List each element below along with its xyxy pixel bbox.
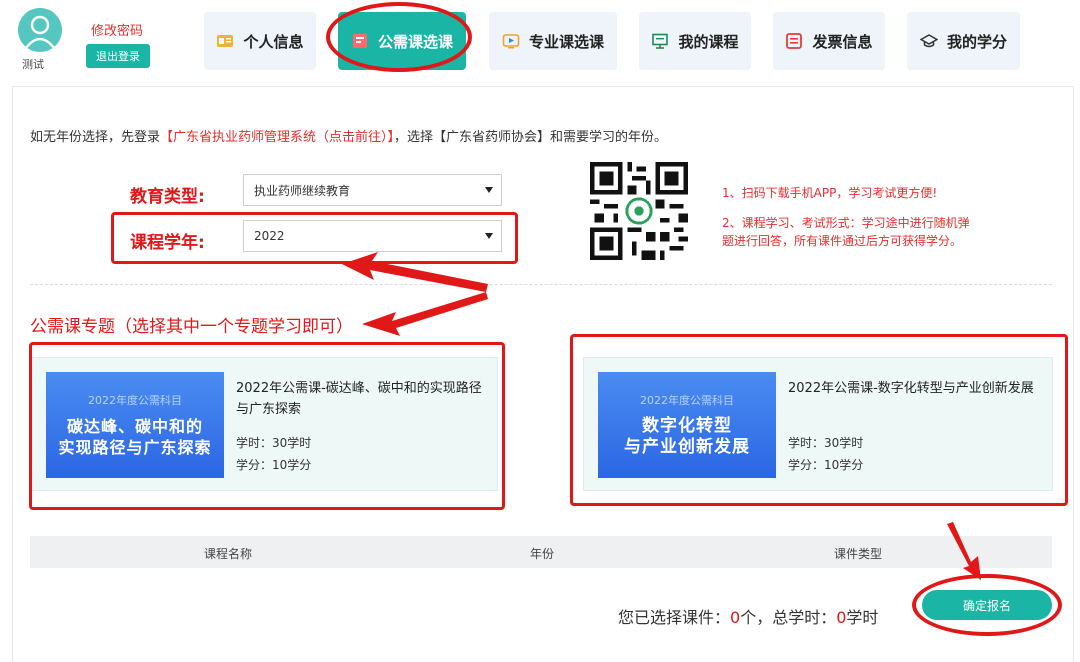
tab-major-course[interactable]: 专业课选课: [489, 12, 617, 70]
change-password-link[interactable]: 修改密码: [91, 20, 143, 39]
qr-note-1: 1、扫码下载手机APP，学习考试更方便!: [722, 186, 938, 200]
logout-button[interactable]: 退出登录: [86, 44, 150, 68]
avatar[interactable]: [18, 8, 62, 52]
annotation-ellipse-tab: [326, 2, 472, 72]
summary-prefix: 您已选择课件：: [618, 608, 731, 627]
qr-code: [590, 162, 688, 260]
video-play-icon: [502, 32, 520, 50]
summary-suffix: 学时: [846, 608, 879, 627]
selected-count: 0: [730, 608, 741, 627]
screen-icon: [651, 32, 669, 50]
col-year: 年份: [530, 547, 555, 561]
intro-text: 如无年份选择，先登录【广东省执业药师管理系统（点击前往）】，选择【广东省药师协会…: [30, 126, 667, 145]
invoice-icon: [785, 32, 803, 50]
intro-prefix: 如无年份选择，先登录: [30, 130, 161, 145]
tab-personal-info[interactable]: 个人信息: [204, 12, 316, 70]
tab-label: 专业课选课: [528, 32, 604, 51]
col-courseware-type: 课件类型: [834, 547, 883, 561]
tab-invoice-info[interactable]: 发票信息: [773, 12, 885, 70]
total-hours: 0: [836, 608, 847, 627]
edu-type-value: 执业药师继续教育: [254, 183, 351, 198]
username: 测试: [22, 58, 44, 71]
tab-label: 个人信息: [243, 32, 304, 51]
id-card-icon: [216, 32, 234, 50]
annotation-arrow-icon: [947, 522, 981, 580]
qr-code-icon: [590, 162, 688, 260]
annotation-arrow-icon: [362, 292, 488, 336]
section-title: 公需课专题（选择其中一个专题学习即可）: [30, 317, 353, 337]
edu-type-select[interactable]: 执业药师继续教育: [243, 174, 502, 206]
graduation-cap-icon: [919, 32, 938, 50]
annotation-rect-course-2: [570, 334, 1068, 506]
course-table-header: 课程名称 年份 课件类型: [30, 536, 1052, 568]
tab-my-credits[interactable]: 我的学分: [907, 12, 1020, 70]
top-header: 测试 修改密码 退出登录 个人信息 公需课选课 专业课选课 我的课程 发票信息: [0, 0, 1080, 82]
divider: [30, 284, 1052, 285]
tab-label: 我的学分: [946, 32, 1007, 51]
tab-my-courses[interactable]: 我的课程: [639, 12, 751, 70]
chevron-down-icon: [485, 187, 493, 193]
summary-mid: 个，总学时：: [740, 608, 837, 627]
annotation-ellipse-confirm: [912, 574, 1062, 636]
col-course-name: 课程名称: [204, 547, 253, 561]
edu-type-label: 教育类型:: [130, 187, 205, 207]
intro-suffix: ，选择【广东省药师协会】和需要学习的年份。: [394, 130, 668, 145]
pharmacist-system-link[interactable]: 【广东省执业药师管理系统（点击前往）】: [160, 130, 394, 145]
tab-label: 我的课程: [678, 32, 739, 51]
selection-summary: 您已选择课件：0个，总学时：0学时: [618, 604, 878, 628]
tab-label: 发票信息: [812, 32, 873, 51]
qr-note-3: 题进行回答，所有课件通过后方可获得学分。: [722, 234, 963, 248]
user-avatar-icon: [18, 8, 62, 52]
annotation-rect-course-1: [29, 342, 505, 510]
qr-note-2: 2、课程学习、考试形式：学习途中进行随机弹: [722, 216, 970, 230]
